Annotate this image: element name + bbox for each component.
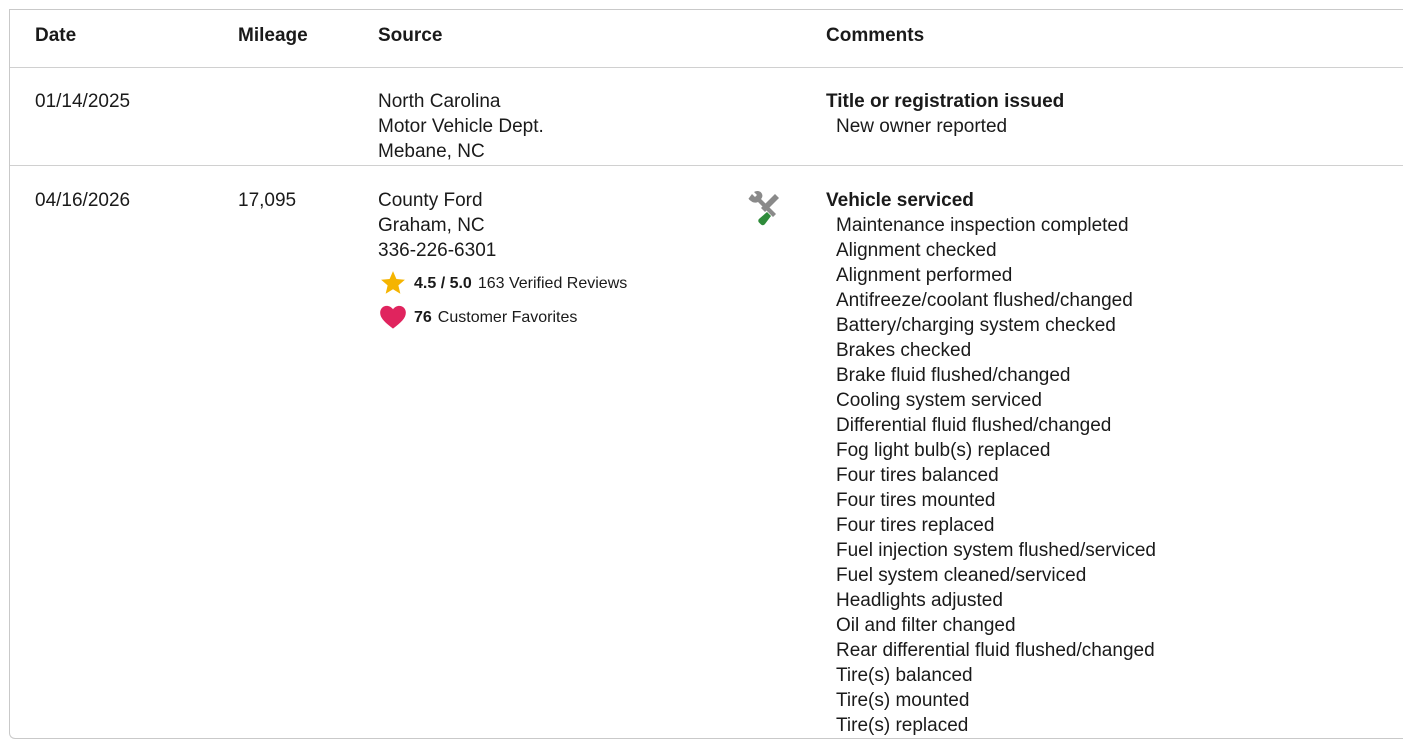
comment-item: Antifreeze/coolant flushed/changed bbox=[836, 290, 1133, 311]
comment-item: Battery/charging system checked bbox=[836, 315, 1116, 336]
comment-title: Vehicle serviced bbox=[826, 190, 974, 211]
table-row: 01/14/2025 North Carolina Motor Vehicle … bbox=[10, 67, 1403, 166]
history-table: Date Mileage Source Comments 01/14/2025 … bbox=[9, 9, 1403, 739]
comment-item: Tire(s) replaced bbox=[836, 715, 969, 736]
header-date: Date bbox=[35, 25, 77, 46]
header-source: Source bbox=[378, 25, 443, 46]
comment-item: Four tires replaced bbox=[836, 515, 995, 536]
comment-title: Title or registration issued bbox=[826, 91, 1065, 112]
comment-item: Fog light bulb(s) replaced bbox=[836, 440, 1051, 461]
table-header: Date Mileage Source Comments bbox=[10, 10, 1403, 68]
comment-item: Maintenance inspection completed bbox=[836, 215, 1129, 236]
dealer-phone[interactable]: 336-226-6301 bbox=[378, 238, 627, 263]
source-line: North Carolina bbox=[378, 91, 501, 112]
customer-favorites[interactable]: 76 Customer Favorites bbox=[378, 303, 627, 331]
dealer-rating[interactable]: 4.5 / 5.0 163 Verified Reviews bbox=[378, 269, 627, 297]
comment-item: New owner reported bbox=[836, 116, 1008, 137]
source-line: Motor Vehicle Dept. bbox=[378, 116, 544, 137]
comment-item: Differential fluid flushed/changed bbox=[836, 415, 1112, 436]
comment-item: Alignment checked bbox=[836, 240, 997, 261]
comment-item: Fuel system cleaned/serviced bbox=[836, 565, 1087, 586]
row-source: County Ford Graham, NC 336-226-6301 4.5 … bbox=[378, 188, 627, 331]
comment-item: Four tires mounted bbox=[836, 490, 996, 511]
row-source: North Carolina Motor Vehicle Dept. Meban… bbox=[378, 89, 544, 164]
row-date: 04/16/2026 bbox=[35, 190, 131, 211]
source-line: Graham, NC bbox=[378, 215, 485, 236]
comment-item: Rear differential fluid flushed/changed bbox=[836, 640, 1155, 661]
row-date: 01/14/2025 bbox=[35, 91, 131, 112]
row-mileage: 17,095 bbox=[238, 190, 297, 211]
table-row: 04/16/2026 17,095 County Ford Graham, NC… bbox=[10, 166, 1403, 740]
comment-item: Fuel injection system flushed/serviced bbox=[836, 540, 1156, 561]
comment-item: Brake fluid flushed/changed bbox=[836, 365, 1071, 386]
wrench-screwdriver-icon bbox=[743, 188, 785, 237]
comment-item: Brakes checked bbox=[836, 340, 972, 361]
comment-item: Cooling system serviced bbox=[836, 390, 1042, 411]
comment-item: Four tires balanced bbox=[836, 465, 999, 486]
header-comments: Comments bbox=[826, 25, 925, 46]
rating-value: 4.5 / 5.0 bbox=[414, 274, 472, 292]
comment-item: Headlights adjusted bbox=[836, 590, 1003, 611]
source-line: Mebane, NC bbox=[378, 141, 485, 162]
favorites-label: Customer Favorites bbox=[437, 308, 578, 326]
row-comments: Vehicle serviced Maintenance inspection … bbox=[826, 188, 1156, 738]
row-comments: Title or registration issued New owner r… bbox=[826, 89, 1064, 139]
favorites-count: 76 bbox=[414, 308, 432, 326]
heart-icon bbox=[378, 303, 408, 331]
dealer-name-link[interactable]: County Ford bbox=[378, 188, 627, 213]
comment-item: Alignment performed bbox=[836, 265, 1013, 286]
comment-item: Tire(s) mounted bbox=[836, 690, 970, 711]
star-icon bbox=[378, 269, 408, 297]
reviews-count: 163 Verified Reviews bbox=[477, 274, 628, 292]
comment-item: Tire(s) balanced bbox=[836, 665, 973, 686]
comment-item: Oil and filter changed bbox=[836, 615, 1016, 636]
header-mileage: Mileage bbox=[238, 25, 308, 46]
